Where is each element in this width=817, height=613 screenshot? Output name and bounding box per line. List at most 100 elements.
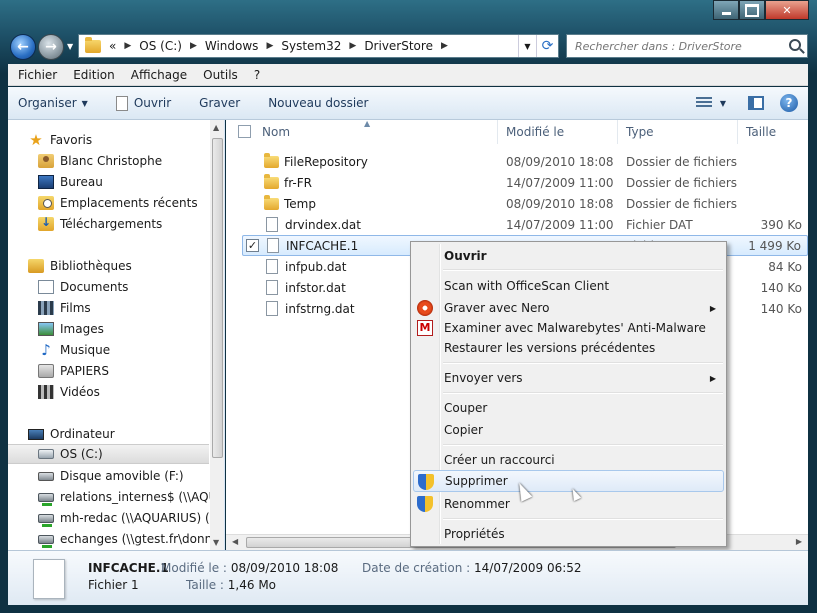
ctx-properties[interactable]: Propriétés	[413, 523, 724, 545]
burn-button[interactable]: Graver	[199, 96, 240, 110]
nav-libraries[interactable]: Bibliothèques	[28, 256, 224, 276]
file-icon	[33, 559, 65, 599]
breadcrumb-system32[interactable]: System32	[281, 39, 341, 53]
search-input[interactable]	[575, 39, 785, 53]
column-header-modified[interactable]: Modifié le	[498, 120, 618, 144]
nav-videos[interactable]: Vidéos	[38, 382, 224, 402]
breadcrumb-sep[interactable]: ▶	[441, 41, 448, 51]
preview-pane-icon[interactable]	[748, 96, 764, 110]
back-button[interactable]: ←	[10, 34, 36, 60]
ctx-malwarebytes[interactable]: M Examiner avec Malwarebytes' Anti-Malwa…	[413, 317, 724, 339]
nav-user-folder[interactable]: Blanc Christophe	[38, 151, 224, 171]
file-name: INFCACHE.1	[265, 238, 358, 253]
recent-pages-dropdown[interactable]: ▼	[67, 42, 73, 51]
file-name-text: Temp	[284, 196, 316, 211]
nav-label: OS (C:)	[60, 447, 103, 461]
details-created-value: 14/07/2009 06:52	[474, 561, 582, 575]
file-size: 140 Ko	[760, 301, 802, 316]
nav-network-echanges[interactable]: echanges (\\gtest.fr\donnee	[38, 529, 224, 549]
menu-edition[interactable]: Edition	[73, 68, 115, 82]
scroll-right-icon[interactable]: ▶	[796, 537, 802, 546]
ctx-label: Examiner avec Malwarebytes' Anti-Malware	[444, 321, 706, 335]
select-all-checkbox[interactable]	[238, 125, 251, 138]
nav-computer[interactable]: Ordinateur	[28, 424, 224, 444]
scroll-up-icon[interactable]: ▲	[213, 123, 219, 132]
address-bar[interactable]: « ▶ OS (C:) ▶ Windows ▶ System32 ▶ Drive…	[78, 34, 559, 58]
maximize-button[interactable]	[739, 0, 765, 20]
address-dropdown[interactable]: ▼	[518, 35, 536, 57]
breadcrumb-os-c[interactable]: OS (C:)	[139, 39, 182, 53]
menu-outils[interactable]: Outils	[203, 68, 238, 82]
menu-separator	[443, 269, 723, 271]
breadcrumb-sep[interactable]: ▶	[124, 41, 131, 51]
search-icon[interactable]	[789, 39, 801, 51]
organize-button[interactable]: Organiser ▼	[18, 96, 88, 110]
nav-desktop[interactable]: Bureau	[38, 172, 224, 192]
file-row[interactable]: drvindex.dat 14/07/2009 11:00 Fichier DAT 3…	[242, 214, 808, 235]
nav-documents[interactable]: Documents	[38, 277, 224, 297]
nav-papiers[interactable]: PAPIERS	[38, 361, 224, 381]
nav-downloads[interactable]: Téléchargements	[38, 214, 224, 234]
scroll-thumb[interactable]	[212, 138, 223, 458]
nav-images[interactable]: Images	[38, 319, 224, 339]
ctx-restore-versions[interactable]: Restaurer les versions précédentes	[413, 337, 724, 359]
ctx-rename[interactable]: Renommer	[413, 493, 724, 515]
menu-separator	[443, 392, 723, 394]
nav-music[interactable]: ♪ Musique	[38, 340, 224, 360]
uac-shield-icon	[417, 496, 433, 512]
organize-label: Organiser	[18, 96, 77, 110]
ctx-copy[interactable]: Copier	[413, 419, 724, 441]
ctx-burn-nero[interactable]: Graver avec Nero ▶	[413, 297, 724, 319]
breadcrumb-windows[interactable]: Windows	[205, 39, 259, 53]
ctx-label: Renommer	[444, 497, 510, 511]
column-header-type[interactable]: Type	[618, 120, 738, 144]
open-button[interactable]: Ouvrir	[115, 95, 171, 111]
nav-network-mhredac[interactable]: mh-redac (\\AQUARIUS) (N:	[38, 508, 224, 528]
recent-places-icon	[38, 196, 54, 210]
nav-label: Emplacements récents	[60, 196, 198, 210]
ctx-send-to[interactable]: Envoyer vers ▶	[413, 367, 724, 389]
breadcrumb-sep[interactable]: ▶	[266, 41, 273, 51]
view-options-icon[interactable]	[695, 97, 712, 109]
file-row[interactable]: Temp 08/09/2010 18:08 Dossier de fichiers	[242, 193, 808, 214]
scroll-down-icon[interactable]: ▼	[213, 538, 219, 547]
column-header-size[interactable]: Taille	[738, 120, 808, 144]
file-row[interactable]: fr-FR 14/07/2009 11:00 Dossier de fichiers	[242, 172, 808, 193]
view-dropdown-icon[interactable]: ▼	[720, 99, 726, 108]
scroll-left-icon[interactable]: ◀	[232, 537, 238, 546]
new-folder-button[interactable]: Nouveau dossier	[268, 96, 368, 110]
nav-recent-places[interactable]: Emplacements récents	[38, 193, 224, 213]
menu-help[interactable]: ?	[254, 68, 260, 82]
minimize-button[interactable]	[713, 0, 739, 20]
nav-favorites[interactable]: ★ Favoris	[28, 130, 224, 150]
file-name-text: INFCACHE.1	[286, 238, 359, 253]
breadcrumb-sep[interactable]: ▶	[190, 41, 197, 51]
nav-films[interactable]: Films	[38, 298, 224, 318]
search-box[interactable]	[566, 34, 808, 58]
forward-button[interactable]: →	[38, 34, 64, 60]
breadcrumb-overflow[interactable]: «	[109, 39, 116, 53]
navigation-pane: ★ Favoris Blanc Christophe Bureau Emplac…	[8, 120, 225, 550]
ctx-create-shortcut[interactable]: Créer un raccourci	[413, 449, 724, 471]
column-header-name[interactable]: Nom ▲	[226, 120, 498, 144]
nav-os-c[interactable]: OS (C:)	[8, 444, 209, 464]
pictures-icon	[38, 322, 54, 336]
close-button[interactable]: ✕	[765, 0, 809, 20]
ctx-open[interactable]: Ouvrir	[413, 245, 724, 267]
ctx-cut[interactable]: Couper	[413, 397, 724, 419]
breadcrumb-driverstore[interactable]: DriverStore	[364, 39, 433, 53]
nav-scrollbar[interactable]: ▲ ▼	[210, 120, 224, 550]
nav-removable-drive[interactable]: Disque amovible (F:)	[38, 466, 224, 486]
breadcrumb-sep[interactable]: ▶	[349, 41, 356, 51]
help-icon[interactable]: ?	[780, 94, 798, 112]
menu-fichier[interactable]: Fichier	[18, 68, 57, 82]
file-row[interactable]: FileRepository 08/09/2010 18:08 Dossier de…	[242, 151, 808, 172]
nav-label: Bureau	[60, 175, 103, 189]
row-checkbox[interactable]: ✓	[246, 239, 259, 252]
nav-network-relations[interactable]: relations_internes$ (\\AQUA	[38, 487, 224, 507]
ctx-scan-officescan[interactable]: Scan with OfficeScan Client	[413, 275, 724, 297]
refresh-icon[interactable]: ⟳	[536, 35, 558, 57]
menu-affichage[interactable]: Affichage	[131, 68, 187, 82]
ctx-label: Ouvrir	[444, 249, 487, 263]
ctx-delete[interactable]: Supprimer	[413, 470, 724, 492]
